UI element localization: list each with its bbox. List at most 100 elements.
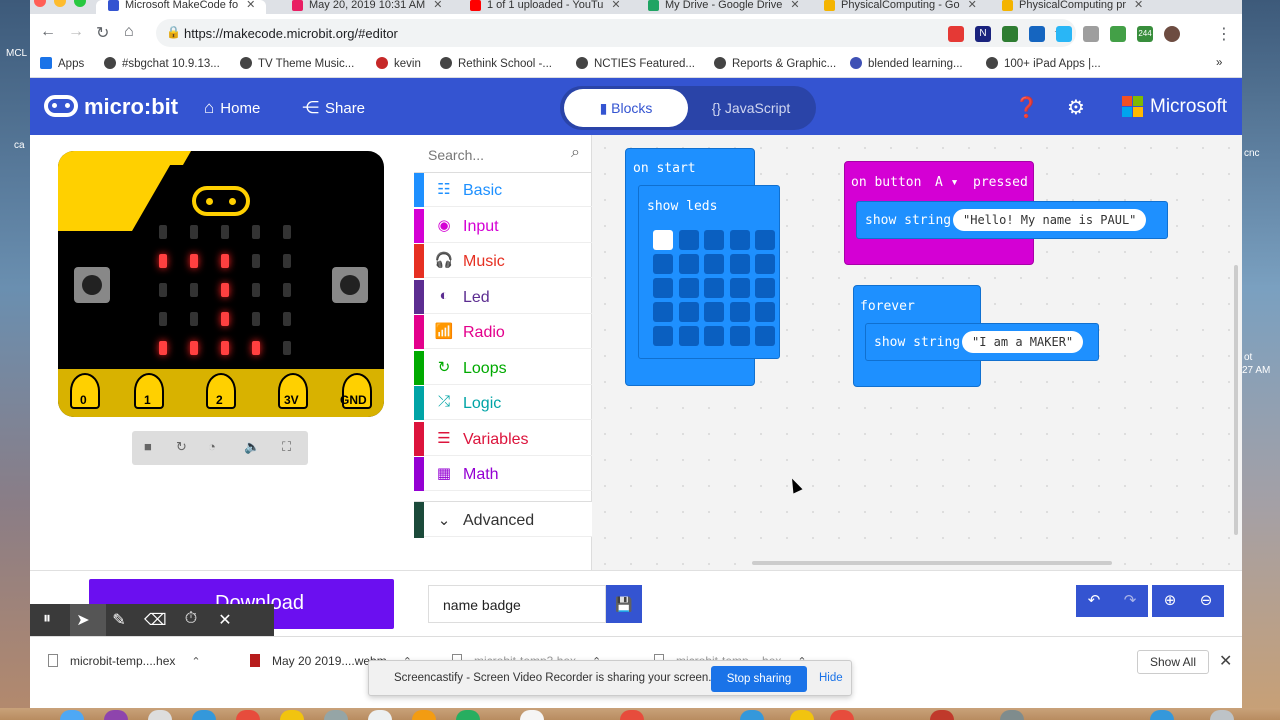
bookmark-item[interactable]: kevin (376, 57, 421, 70)
trash-icon[interactable] (1210, 710, 1234, 720)
app-icon[interactable] (790, 710, 814, 720)
blocks-workspace[interactable]: on start show leds on button A ▾ pressed… (592, 135, 1242, 570)
vertical-scrollbar[interactable] (1234, 265, 1238, 535)
search-icon[interactable]: ⌕ (571, 144, 580, 162)
hide-link[interactable]: Hide (819, 672, 843, 684)
blocks-tab[interactable]: ▮ Blocks (564, 89, 688, 127)
bookmark-item[interactable]: 100+ iPad Apps |... (986, 57, 1101, 70)
tab-close-icon[interactable]: ✕ (790, 0, 799, 11)
bookmark-item[interactable]: Rethink School -... (440, 57, 552, 70)
led-toggle-cell[interactable] (704, 230, 724, 250)
show-string-block[interactable]: show string "I am a MAKER" (865, 323, 1099, 361)
address-bar[interactable]: 🔒 https://makecode.microbit.org/#editor … (156, 19, 1076, 47)
zoom-in-icon[interactable]: ⊕ (1152, 585, 1188, 617)
chrome-icon[interactable] (520, 710, 544, 720)
category-advanced[interactable]: ⌄ Advanced (414, 501, 592, 538)
category-loops[interactable]: ↻ Loops (414, 350, 592, 385)
search-input[interactable]: Search... ⌕ (414, 135, 592, 173)
category-input[interactable]: ◉ Input (414, 208, 592, 243)
home-button[interactable]: ⌂ Home (204, 98, 260, 118)
home-icon[interactable]: ⌂ (124, 23, 134, 41)
led-toggle-cell[interactable] (704, 254, 724, 274)
cursor-tool-icon[interactable]: ➤ (72, 610, 94, 630)
led-toggle-cell[interactable] (729, 326, 750, 346)
close-icon[interactable]: ✕ (214, 610, 236, 630)
button-dropdown[interactable]: A ▾ (935, 175, 958, 190)
show-all-button[interactable]: Show All (1137, 650, 1209, 674)
finder-icon[interactable] (60, 710, 84, 720)
show-string-block[interactable]: show string "Hello! My name is PAUL" (856, 201, 1168, 239)
microbit-logo[interactable]: micro:bit (44, 94, 178, 120)
stop-icon[interactable]: ■ (144, 439, 152, 454)
app-icon[interactable] (368, 710, 392, 720)
app-icon[interactable] (740, 710, 764, 720)
led-toggle-cell[interactable] (678, 278, 699, 298)
button-a[interactable] (74, 267, 110, 303)
profile-avatar[interactable] (1164, 26, 1180, 42)
category-music[interactable]: 🎧 Music (414, 244, 592, 278)
mute-icon[interactable]: 🔈 (244, 439, 260, 455)
extension-n-icon[interactable]: N (975, 26, 991, 42)
bookmark-item[interactable]: blended learning... (850, 57, 963, 70)
extension-gear-icon[interactable] (1083, 26, 1099, 42)
app-icon[interactable] (930, 710, 954, 720)
board-logo[interactable] (192, 186, 250, 216)
app-icon[interactable] (148, 710, 172, 720)
led-toggle-cell[interactable] (729, 278, 750, 298)
settings-gear-icon[interactable]: ⚙ (1067, 95, 1085, 120)
app-icon[interactable] (192, 710, 216, 720)
app-icon[interactable] (456, 710, 480, 720)
category-radio[interactable]: 📶 Radio (414, 315, 592, 349)
bookmark-item[interactable]: NCTIES Featured... (576, 57, 695, 70)
led-toggle-cell[interactable] (678, 302, 699, 322)
help-icon[interactable]: ❓ (1014, 95, 1039, 120)
led-toggle-cell[interactable] (704, 302, 724, 322)
tab-close-icon[interactable]: ✕ (1134, 0, 1143, 11)
app-icon[interactable] (324, 710, 348, 720)
app-icon[interactable] (412, 710, 436, 720)
browser-tab[interactable]: PhysicalComputing pr ✕ (990, 0, 1160, 14)
category-variables[interactable]: ☰ Variables (414, 421, 592, 456)
browser-tab[interactable]: May 20, 2019 10:31 AM ✕ (280, 0, 450, 14)
eraser-icon[interactable]: ⌫ (144, 610, 167, 630)
led-toggle-cell[interactable] (729, 254, 750, 274)
bookmark-item[interactable]: Apps (40, 57, 84, 70)
back-icon[interactable]: ← (40, 23, 56, 41)
slow-mo-icon[interactable]: ◔ (208, 439, 216, 454)
javascript-tab[interactable]: {} JavaScript (690, 89, 812, 127)
led-toggle-cell[interactable] (755, 254, 775, 274)
show-leds-block[interactable]: show leds (638, 185, 780, 359)
redo-icon[interactable]: ↷ (1112, 585, 1148, 617)
bookmark-item[interactable]: TV Theme Music... (240, 57, 354, 70)
tab-close-icon[interactable]: ✕ (246, 0, 255, 11)
app-icon[interactable] (830, 710, 854, 720)
share-button[interactable]: ⋲ Share (302, 98, 365, 118)
close-window-icon[interactable] (34, 0, 46, 7)
menu-dots-icon[interactable]: ⋮ (1216, 24, 1232, 44)
download-item[interactable]: microbit-temp....hex ⌃ (48, 654, 201, 668)
string-value-input[interactable]: "Hello! My name is PAUL" (953, 209, 1147, 231)
microsoft-label[interactable]: Microsoft (1150, 96, 1227, 118)
app-icon[interactable] (236, 710, 260, 720)
extension-badge-icon[interactable]: 244 (1137, 26, 1153, 42)
bookmark-item[interactable]: Reports & Graphic... (714, 57, 836, 70)
tab-close-icon[interactable]: ✕ (968, 0, 977, 11)
pen-icon[interactable]: ✎ (108, 610, 130, 630)
app-icon[interactable] (1000, 710, 1024, 720)
reload-icon[interactable]: ↻ (96, 23, 109, 43)
led-toggle-cell[interactable] (704, 326, 724, 346)
led-toggle-cell[interactable] (653, 326, 673, 346)
category-led[interactable]: ◐ Led (414, 279, 592, 314)
forward-icon[interactable]: → (68, 23, 84, 41)
bookmark-item[interactable]: #sbgchat 10.9.13... (104, 57, 220, 70)
led-toggle-cell[interactable] (653, 254, 673, 274)
more-bookmarks-icon[interactable]: » (1216, 57, 1222, 69)
led-toggle-cell[interactable] (653, 230, 673, 250)
category-math[interactable]: ▦ Math (414, 457, 592, 491)
app-icon[interactable] (104, 710, 128, 720)
app-icon[interactable] (1150, 710, 1174, 720)
extension-play-icon[interactable] (1110, 26, 1126, 42)
chevron-up-icon[interactable]: ⌃ (191, 656, 200, 668)
minimize-window-icon[interactable] (54, 0, 66, 7)
app-icon[interactable] (280, 710, 304, 720)
